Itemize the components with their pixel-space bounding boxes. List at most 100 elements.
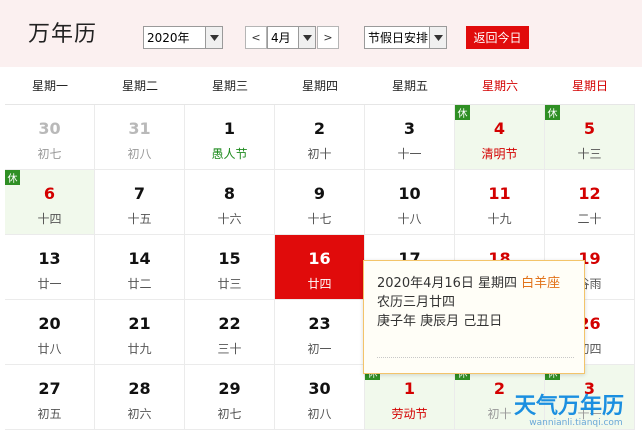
day-number: 6 — [43, 184, 56, 203]
day-cell[interactable]: 8 十六 — [185, 170, 275, 235]
day-cell[interactable]: 28 初六 — [95, 365, 185, 430]
day-number: 8 — [223, 184, 236, 203]
day-number: 14 — [128, 249, 151, 268]
year-select-value: 2020年 — [147, 31, 190, 45]
watermark-logo: 天气万年历 wannianli.tianqi.com — [514, 388, 638, 432]
weekday-label: 星期三 — [211, 79, 248, 93]
day-cell[interactable]: 30 初七 — [5, 105, 95, 170]
lunar-date: 廿八 — [37, 342, 62, 356]
day-cell[interactable]: 23 初一 — [275, 300, 365, 365]
day-number: 29 — [218, 379, 241, 398]
lunar-date: 初七 — [37, 147, 62, 161]
day-cell[interactable]: 29 初七 — [185, 365, 275, 430]
day-cell[interactable]: 27 初五 — [5, 365, 95, 430]
day-number: 16 — [308, 249, 331, 268]
day-number: 1 — [223, 119, 236, 138]
day-number: 3 — [403, 119, 416, 138]
lunar-date: 廿一 — [37, 277, 62, 291]
popup-date-line: 2020年4月16日 星期四 白羊座 — [377, 274, 574, 293]
day-number: 20 — [38, 314, 61, 333]
watermark-sub: wannianli.tianqi.com — [529, 418, 623, 428]
lunar-date: 十五 — [127, 212, 152, 226]
day-cell[interactable]: 休 4 清明节 — [455, 105, 545, 170]
day-cell[interactable]: 13 廿一 — [5, 235, 95, 300]
lunar-date: 十三 — [577, 147, 602, 161]
day-cell[interactable]: 11 十九 — [455, 170, 545, 235]
day-cell[interactable]: 9 十七 — [275, 170, 365, 235]
day-number: 22 — [218, 314, 241, 333]
day-cell[interactable]: 休 6 十四 — [5, 170, 95, 235]
lunar-date: 初八 — [307, 407, 332, 421]
day-number: 10 — [398, 184, 421, 203]
day-number: 13 — [38, 249, 61, 268]
day-number: 5 — [583, 119, 596, 138]
chevron-down-icon[interactable] — [205, 27, 222, 48]
lunar-date: 十八 — [397, 212, 422, 226]
lunar-date: 十四 — [37, 212, 62, 226]
popup-ganzhi: 庚子年 庚辰月 己丑日 — [377, 314, 503, 329]
lunar-date: 十七 — [307, 212, 332, 226]
lunar-date: 初七 — [217, 407, 242, 421]
day-number: 31 — [128, 119, 151, 138]
chevron-down-icon[interactable] — [298, 27, 315, 48]
day-cell[interactable]: 10 十八 — [365, 170, 455, 235]
week-row: 休 6 十四 7 十五 8 十六 9 十七 10 十八 11 十九 12 二十 — [5, 170, 635, 235]
holiday-rest-badge: 休 — [545, 105, 560, 120]
lunar-date: 十九 — [487, 212, 512, 226]
year-select[interactable]: 2020年 — [143, 26, 223, 49]
popup-date: 2020年4月16日 星期四 — [377, 276, 518, 291]
lunar-date: 十六 — [217, 212, 242, 226]
day-number: 7 — [133, 184, 146, 203]
holiday-rest-badge: 休 — [455, 105, 470, 120]
day-cell[interactable]: 2 初十 — [275, 105, 365, 170]
lunar-date: 愚人节 — [211, 147, 248, 161]
day-cell-selected[interactable]: 16 廿四 — [275, 235, 365, 300]
day-cell[interactable]: 7 十五 — [95, 170, 185, 235]
popup-lunar: 农历三月廿四 — [377, 295, 456, 310]
month-select-value: 4月 — [271, 31, 291, 45]
chevron-down-icon[interactable] — [429, 27, 446, 48]
holiday-select-value: 节假日安排 — [368, 31, 429, 45]
next-month-button[interactable]: > — [317, 26, 339, 49]
lunar-date: 廿二 — [127, 277, 152, 291]
day-cell[interactable]: 14 廿二 — [95, 235, 185, 300]
day-number: 12 — [578, 184, 601, 203]
lunar-date: 廿九 — [127, 342, 152, 356]
day-cell[interactable]: 1 愚人节 — [185, 105, 275, 170]
lunar-date: 初五 — [37, 407, 62, 421]
day-number: 11 — [488, 184, 511, 203]
month-select[interactable]: 4月 — [267, 26, 316, 49]
day-cell[interactable]: 休 5 十三 — [545, 105, 635, 170]
day-number: 1 — [403, 379, 416, 398]
day-cell[interactable]: 31 初八 — [95, 105, 185, 170]
day-number: 30 — [308, 379, 331, 398]
day-cell[interactable]: 3 十一 — [365, 105, 455, 170]
weekday-label: 星期五 — [391, 79, 428, 93]
weekday-label: 星期一 — [31, 79, 68, 93]
day-number: 30 — [38, 119, 61, 138]
lunar-date: 廿四 — [307, 277, 332, 291]
back-to-today-button[interactable]: 返回今日 — [466, 26, 529, 49]
day-cell[interactable]: 22 三十 — [185, 300, 275, 365]
day-number: 4 — [493, 119, 506, 138]
day-number: 2 — [313, 119, 326, 138]
prev-month-button[interactable]: < — [245, 26, 267, 49]
popup-divider — [377, 357, 574, 358]
day-cell[interactable]: 30 初八 — [275, 365, 365, 430]
day-number: 21 — [128, 314, 151, 333]
day-cell[interactable]: 21 廿九 — [95, 300, 185, 365]
day-cell[interactable]: 20 廿八 — [5, 300, 95, 365]
day-cell[interactable]: 15 廿三 — [185, 235, 275, 300]
lunar-date: 清明节 — [481, 147, 518, 161]
calendar-header: 万年历 2020年 < 4月 > 节假日安排 返回今日 — [0, 0, 642, 67]
lunar-date: 三十 — [217, 342, 242, 356]
holiday-select[interactable]: 节假日安排 — [364, 26, 447, 49]
lunar-date: 廿三 — [217, 277, 242, 291]
day-cell[interactable]: 12 二十 — [545, 170, 635, 235]
holiday-rest-badge: 休 — [5, 170, 20, 185]
weekday-header: 星期一 星期二 星期三 星期四 星期五 星期六 星期日 — [5, 67, 635, 105]
lunar-date: 二十 — [577, 212, 602, 226]
watermark-main: 天气万年历 — [514, 394, 625, 419]
calendar-grid: 星期一 星期二 星期三 星期四 星期五 星期六 星期日 30 初七 31 初八 1 愚人节… — [5, 67, 635, 430]
day-cell[interactable]: 休 1 劳动节 — [365, 365, 455, 430]
